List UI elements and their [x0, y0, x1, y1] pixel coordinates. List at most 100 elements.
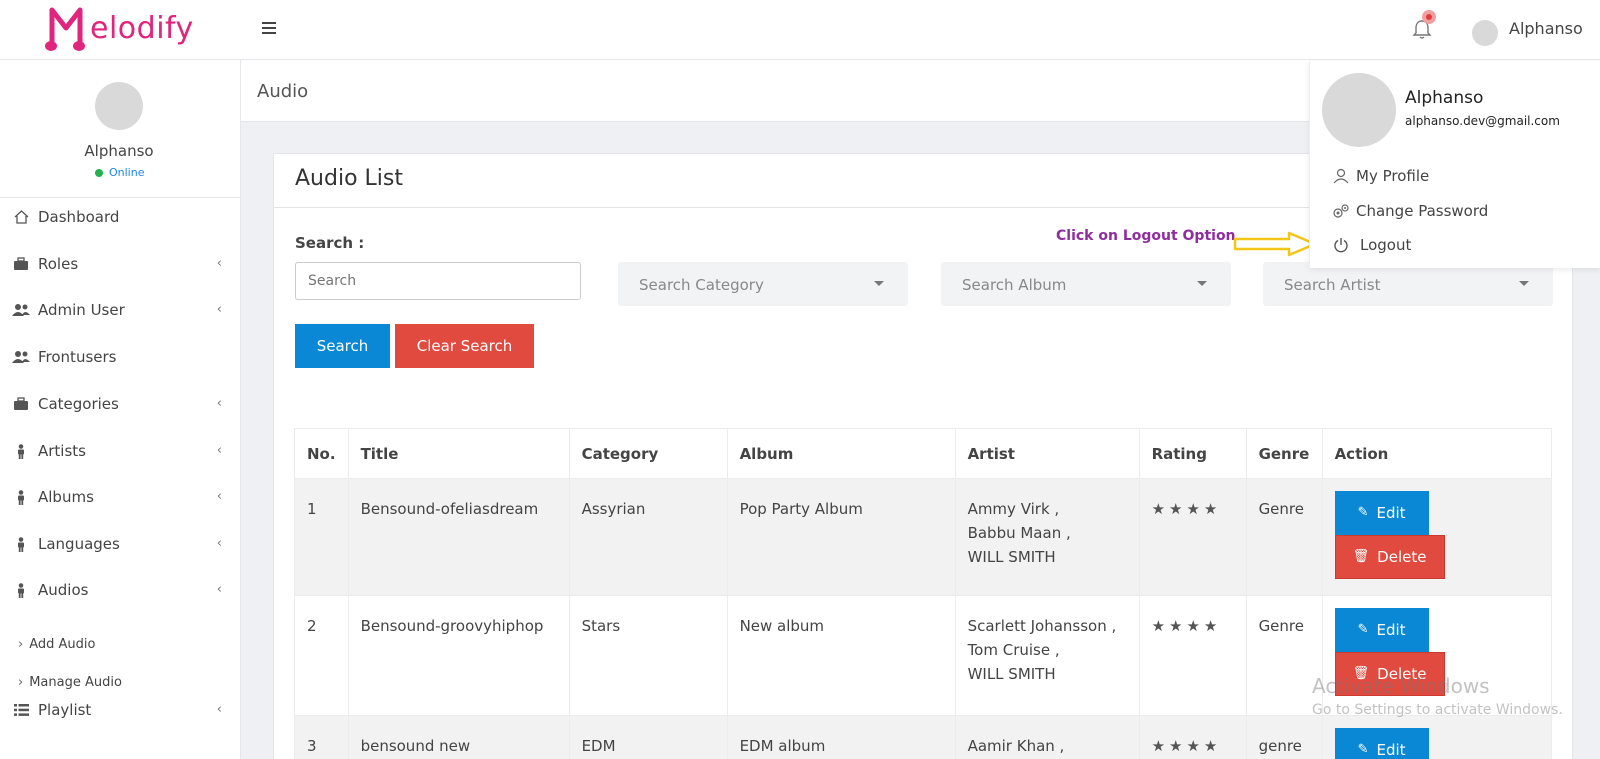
sidebar-subitem-add-audio[interactable]: › Add Audio [18, 637, 95, 652]
cell-category: EDM [568, 715, 728, 759]
sidebar-item-frontusers[interactable]: Frontusers [12, 345, 222, 369]
artist-name: Aamir Khan , [967, 737, 1065, 755]
search-label: Search : [295, 234, 365, 252]
artist-select[interactable]: Search Artist [1263, 262, 1553, 306]
clear-search-button[interactable]: Clear Search [395, 324, 534, 368]
album-select[interactable]: Search Album [941, 262, 1231, 306]
dropdown-email: alphanso.dev@gmail.com [1405, 114, 1560, 128]
briefcase-icon [12, 396, 30, 412]
column-header: Rating [1138, 428, 1247, 479]
table-header-row: No. Title Category Album Artist Rating G… [294, 428, 1553, 479]
search-input[interactable] [295, 262, 581, 300]
cell-album: EDM album [726, 715, 956, 759]
logout-menu-item[interactable]: Logout [1332, 236, 1411, 254]
sidebar-item-audios[interactable]: Audios ‹ [12, 578, 222, 602]
brand-logo[interactable]: elodify [44, 2, 194, 54]
sidebar-item-languages[interactable]: Languages ‹ [12, 532, 222, 556]
divider [0, 197, 240, 198]
search-button[interactable]: Search [295, 324, 390, 368]
person-icon [12, 582, 30, 598]
edit-button[interactable]: ✎ Edit [1334, 608, 1429, 652]
sidebar-item-label: Artists [38, 442, 86, 460]
person-icon [12, 489, 30, 505]
menu-item-label: Change Password [1356, 202, 1489, 220]
chevron-right-icon: › [18, 675, 24, 690]
artist-name: Tom Cruise , [967, 641, 1060, 659]
notification-badge [1422, 10, 1436, 24]
edit-button[interactable]: ✎ Edit [1334, 491, 1429, 535]
users-icon [12, 302, 30, 318]
column-header: No. [294, 428, 349, 479]
sidebar-subitem-label: Add Audio [29, 637, 96, 652]
cell-genre: Genre [1245, 595, 1323, 716]
sidebar-item-roles[interactable]: Roles ‹ [12, 252, 222, 276]
sidebar-item-label: Audios [38, 581, 89, 599]
chevron-left-icon: ‹ [216, 536, 222, 551]
caret-down-icon [1197, 281, 1207, 286]
chevron-left-icon: ‹ [216, 443, 222, 458]
sidebar-item-playlist[interactable]: Playlist ‹ [12, 698, 222, 722]
chevron-left-icon: ‹ [216, 489, 222, 504]
hamburger-icon[interactable] [262, 22, 276, 34]
power-icon [1332, 237, 1350, 253]
card-title: Audio List [295, 166, 403, 191]
sidebar-item-artists[interactable]: Artists ‹ [12, 439, 222, 463]
briefcase-icon [12, 256, 30, 272]
delete-button[interactable]: 🗑 Delete [1334, 535, 1445, 579]
table-row: 3 bensound new EDM EDM album Aamir Khan … [294, 715, 1553, 759]
change-password-menu-item[interactable]: Change Password [1332, 202, 1488, 220]
sidebar-item-label: Languages [38, 535, 120, 553]
edit-button[interactable]: ✎ Edit [1334, 728, 1429, 759]
hint-annotation: Click on Logout Option [1056, 228, 1236, 244]
column-header: Genre [1245, 428, 1323, 479]
cell-album: Pop Party Album [726, 478, 956, 596]
edit-icon: ✎ [1357, 622, 1369, 637]
arrow-right-icon [1233, 231, 1317, 257]
sidebar-item-admin-user[interactable]: Admin User ‹ [12, 298, 222, 322]
cell-genre: Genre [1245, 478, 1323, 596]
topbar-username[interactable]: Alphanso [1509, 19, 1583, 38]
avatar[interactable] [1472, 20, 1498, 46]
artist-name: Ammy Virk , [967, 500, 1060, 518]
music-note-logo-icon [45, 7, 85, 51]
user-outline-icon [1332, 168, 1350, 184]
column-header: Artist [954, 428, 1140, 479]
artist-name: WILL SMITH [967, 665, 1056, 683]
menu-item-label: My Profile [1356, 167, 1430, 185]
cell-title: Bensound-groovyhiphop [347, 595, 570, 716]
column-header: Title [347, 428, 570, 479]
rating-stars: ★★★★ [1138, 478, 1247, 596]
my-profile-menu-item[interactable]: My Profile [1332, 167, 1429, 185]
sidebar: Alphanso Online Dashboard Roles ‹ Admin … [0, 60, 241, 759]
edit-icon: ✎ [1357, 505, 1369, 520]
gears-icon [1332, 203, 1350, 219]
dropdown-avatar [1322, 73, 1396, 147]
sidebar-item-label: Albums [38, 488, 94, 506]
sidebar-item-label: Frontusers [38, 348, 117, 366]
status-badge: Online [95, 166, 144, 179]
cell-action: ✎ Edit [1321, 715, 1553, 759]
chevron-left-icon: ‹ [216, 302, 222, 317]
sidebar-subitem-label: Manage Audio [29, 675, 122, 690]
sidebar-item-label: Playlist [38, 701, 92, 719]
sidebar-item-label: Roles [38, 255, 79, 273]
sidebar-item-categories[interactable]: Categories ‹ [12, 392, 222, 416]
category-select[interactable]: Search Category [618, 262, 908, 306]
edit-label: Edit [1376, 504, 1406, 522]
sidebar-item-albums[interactable]: Albums ‹ [12, 485, 222, 509]
watermark-title: Activate Windows [1312, 674, 1490, 698]
column-header: Action [1321, 428, 1553, 479]
table-row: 1 Bensound-ofeliasdream Assyrian Pop Par… [294, 478, 1553, 596]
album-select-placeholder: Search Album [962, 276, 1067, 294]
chevron-left-icon: ‹ [216, 256, 222, 271]
cell-title: Bensound-ofeliasdream [347, 478, 570, 596]
top-bar: elodify Alphanso [0, 0, 1600, 60]
chevron-left-icon: ‹ [216, 582, 222, 597]
caret-down-icon [1519, 281, 1529, 286]
edit-label: Edit [1376, 621, 1406, 639]
sidebar-item-dashboard[interactable]: Dashboard [12, 205, 222, 229]
users-icon [12, 349, 30, 365]
chevron-right-icon: › [18, 637, 24, 652]
chevron-left-icon: ‹ [216, 702, 222, 717]
sidebar-subitem-manage-audio[interactable]: › Manage Audio [18, 675, 122, 690]
